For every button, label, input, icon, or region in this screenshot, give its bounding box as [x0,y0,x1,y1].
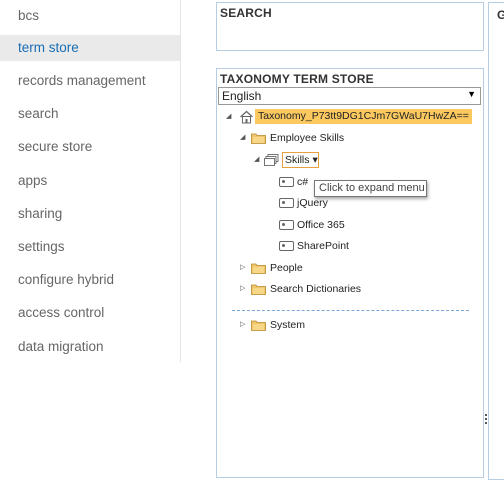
properties-panel: G [488,2,504,480]
folder-icon [251,263,266,274]
termset-label-skills: Skills [285,154,310,166]
term-store-title: TAXONOMY TERM STORE [220,72,374,86]
folder-icon [251,320,266,331]
nav-item-term-store[interactable]: term store [0,35,180,61]
tree-group-system[interactable]: ▷ System [240,316,440,334]
nav-item-sharing[interactable]: sharing [0,201,180,227]
tree-term-row[interactable]: SharePoint [279,237,399,255]
term-tag-icon [279,220,294,230]
group-label-people[interactable]: People [270,259,303,277]
nav-item-settings[interactable]: settings [0,234,180,260]
panel-resize-handle[interactable] [484,412,488,430]
term-tag-icon [279,177,294,187]
left-navigation: bcs term store records management search… [0,0,181,362]
tree-group-employee-skills[interactable]: ◢ Employee Skills [240,129,440,147]
home-icon [240,110,253,124]
dropdown-arrow-icon: ▼ [467,89,476,99]
term-label[interactable]: c# [297,173,308,191]
tree-group-search-dictionaries[interactable]: ▷ Search Dictionaries [240,280,440,298]
group-label-system[interactable]: System [270,316,305,334]
tree-root-row[interactable]: ◢ Taxonomy_P73tt9DG1CJm7GWaU7HwZA== [226,108,476,126]
tree-group-people[interactable]: ▷ People [240,259,440,277]
collapse-triangle-icon[interactable]: ◢ [254,151,259,169]
properties-panel-title: G [497,8,504,22]
collapse-triangle-icon[interactable]: ◢ [226,108,231,126]
expand-menu-tooltip: Click to expand menu [314,180,427,197]
term-label[interactable]: SharePoint [297,237,349,255]
nav-item-search[interactable]: search [0,101,180,127]
term-label[interactable]: Office 365 [297,216,345,234]
nav-item-secure-store[interactable]: secure store [0,134,180,160]
term-tag-icon [279,198,294,208]
search-panel-title: SEARCH [220,6,272,20]
group-label-employee-skills[interactable]: Employee Skills [270,129,344,147]
nav-item-access-control[interactable]: access control [0,300,180,326]
search-panel: SEARCH [216,2,484,51]
termset-skills-menu-button[interactable]: Skills ▾ [282,152,319,168]
tree-separator [232,310,469,311]
folder-icon [251,133,266,144]
term-store-root-label[interactable]: Taxonomy_P73tt9DG1CJm7GWaU7HwZA== [255,109,472,124]
nav-item-records-management[interactable]: records management [0,68,180,94]
term-tag-icon [279,241,294,251]
tree-term-row[interactable]: Office 365 [279,216,399,234]
expand-triangle-icon[interactable]: ▷ [240,259,245,277]
collapse-triangle-icon[interactable]: ◢ [240,129,245,147]
language-select-value: English [222,89,262,103]
nav-item-configure-hybrid[interactable]: configure hybrid [0,267,180,293]
language-select[interactable]: English ▼ [218,87,481,105]
expand-triangle-icon[interactable]: ▷ [240,280,245,298]
nav-item-data-migration[interactable]: data migration [0,334,180,360]
folder-icon [251,284,266,295]
menu-caret-icon: ▾ [312,154,318,166]
group-label-search-dictionaries[interactable]: Search Dictionaries [270,280,361,298]
expand-triangle-icon[interactable]: ▷ [240,316,245,334]
nav-item-bcs[interactable]: bcs [0,3,180,29]
nav-item-apps[interactable]: apps [0,168,180,194]
term-set-icon [264,154,279,166]
